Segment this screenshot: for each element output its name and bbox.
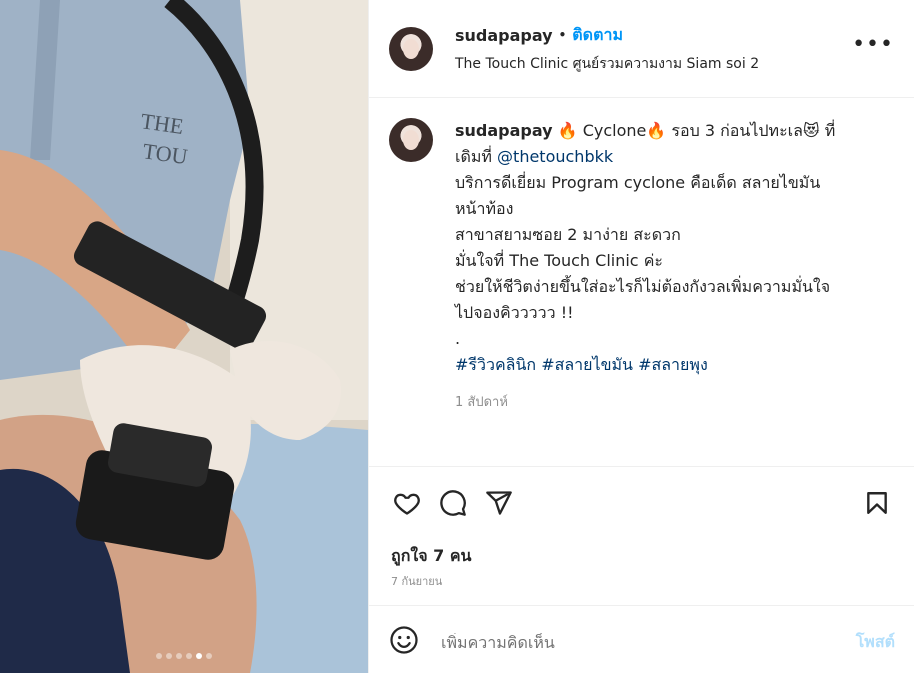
comment-input[interactable] xyxy=(441,632,856,652)
caption-line-1: sudapapay 🔥 Cyclone🔥 รอบ 3 ก่อนไปทะเล😻 ท… xyxy=(455,118,895,144)
photo-illustration: THE TOU xyxy=(0,0,368,673)
caption-text-2: เดิมที่ xyxy=(455,147,498,166)
caption-line-3: บริการดีเยี่ยม Program cyclone คือเด็ด ส… xyxy=(455,173,821,192)
save-button[interactable] xyxy=(859,485,895,521)
author-line: sudapapay • ติดตาม xyxy=(455,23,852,48)
carousel-dot xyxy=(186,653,192,659)
caption-line-6: มั่นใจที่ The Touch Clinic ค่ะ xyxy=(455,251,663,270)
carousel-dot xyxy=(166,653,172,659)
action-bar xyxy=(389,485,895,521)
caption-line-5: สาขาสยามซอย 2 มาง่าย สะดวก xyxy=(455,225,681,244)
carousel-dot xyxy=(196,653,202,659)
caption-line-2: เดิมที่ @thetouchbkk xyxy=(455,144,895,170)
comment-button[interactable] xyxy=(435,485,471,521)
paper-plane-icon xyxy=(486,491,512,515)
mention-link[interactable]: @thetouchbkk xyxy=(497,147,613,166)
post-date[interactable]: 7 กันยายน xyxy=(391,572,442,590)
post-caption: sudapapay 🔥 Cyclone🔥 รอบ 3 ก่อนไปทะเล😻 ท… xyxy=(389,118,895,466)
caption-body: sudapapay 🔥 Cyclone🔥 รอบ 3 ก่อนไปทะเล😻 ท… xyxy=(455,118,895,466)
author-info: sudapapay • ติดตาม The Touch Clinic ศูนย… xyxy=(455,23,852,75)
post-header: sudapapay • ติดตาม The Touch Clinic ศูนย… xyxy=(369,0,914,98)
emoji-button[interactable] xyxy=(389,625,419,659)
more-options-icon[interactable]: ••• xyxy=(852,32,894,65)
share-button[interactable] xyxy=(481,485,517,521)
caption-line-4: หน้าท้อง xyxy=(455,199,514,218)
likes-count[interactable]: ถูกใจ 7 คน xyxy=(391,544,471,569)
post-photo[interactable]: THE TOU xyxy=(0,0,368,673)
follow-button[interactable]: ติดตาม xyxy=(572,23,623,48)
caption-username[interactable]: sudapapay xyxy=(455,121,553,140)
caption-line-9: . xyxy=(455,329,461,348)
divider xyxy=(369,605,914,606)
instagram-post-modal: THE TOU sudapapay • ติดตาม The Touch Cli… xyxy=(0,0,914,673)
separator-dot: • xyxy=(558,28,567,42)
divider xyxy=(369,466,914,467)
location-link[interactable]: The Touch Clinic ศูนย์รวมความงาม Siam so… xyxy=(455,53,852,75)
caption-line-8: ไปจองคิววววว !! xyxy=(455,303,574,322)
caption-time-ago[interactable]: 1 สัปดาห์ xyxy=(455,390,895,416)
post-comment-button[interactable]: โพสต์ xyxy=(856,630,895,655)
carousel-dot xyxy=(176,653,182,659)
carousel-dot xyxy=(156,653,162,659)
carousel-indicator xyxy=(0,653,368,659)
comment-icon xyxy=(440,490,466,516)
post-sidebar: sudapapay • ติดตาม The Touch Clinic ศูนย… xyxy=(368,0,914,673)
author-username[interactable]: sudapapay xyxy=(455,26,553,45)
bookmark-icon xyxy=(867,492,887,514)
heart-icon xyxy=(394,493,420,515)
author-avatar[interactable] xyxy=(389,26,433,71)
caption-text-1: 🔥 Cyclone🔥 รอบ 3 ก่อนไปทะเล😻 ที่ xyxy=(557,121,836,140)
like-button[interactable] xyxy=(389,485,425,521)
comment-composer: โพสต์ xyxy=(389,622,895,662)
hashtag-links[interactable]: #รีวิวคลินิก #สลายไขมัน #สลายพุง xyxy=(455,352,895,378)
caption-line-7: ช่วยให้ชีวิตง่ายขึ้นใส่อะไรก็ไม่ต้องกังว… xyxy=(455,277,831,296)
smiley-icon xyxy=(390,626,418,654)
caption-avatar[interactable] xyxy=(389,118,433,162)
carousel-dot xyxy=(206,653,212,659)
